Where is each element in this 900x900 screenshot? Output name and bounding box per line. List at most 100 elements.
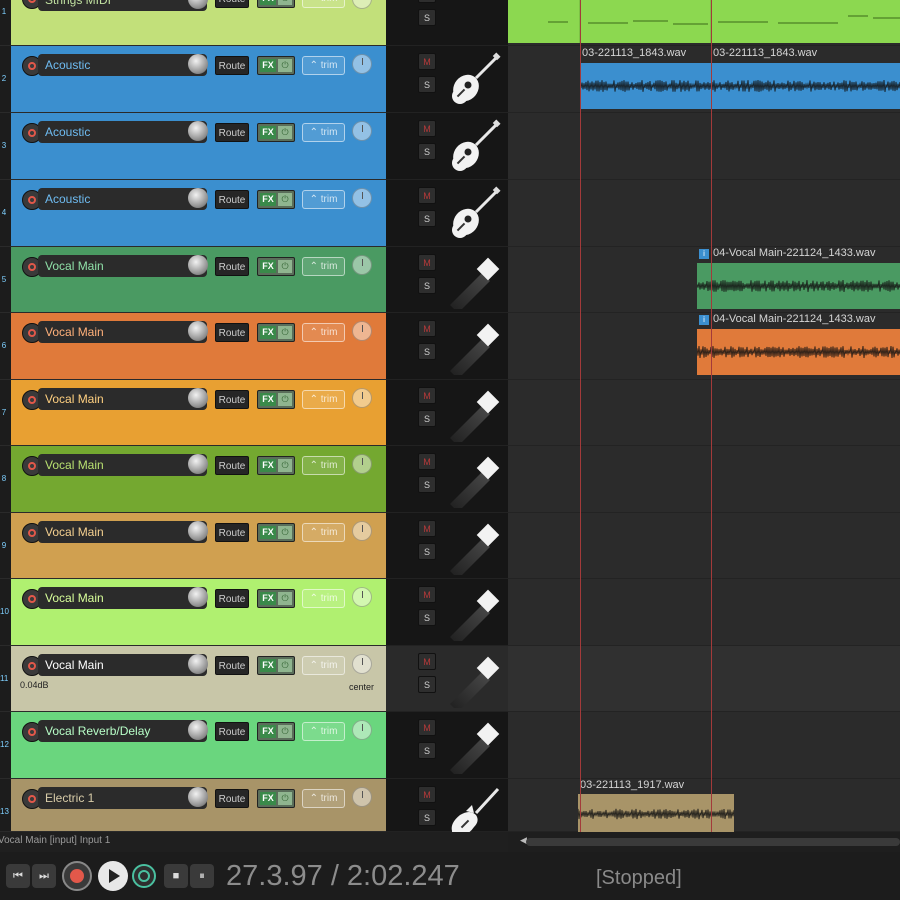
- solo-button[interactable]: S: [418, 76, 436, 93]
- track-4[interactable]: 4 Acoustic Route FX ⏻ ⌃ trim: [0, 180, 386, 247]
- track-panel-body[interactable]: Acoustic Route FX ⏻ ⌃ trim: [14, 180, 386, 246]
- track-name-field[interactable]: Vocal Main: [38, 654, 207, 676]
- pan-knob[interactable]: [352, 0, 372, 9]
- track-name-field[interactable]: Vocal Main: [38, 454, 207, 476]
- automation-trim-button[interactable]: ⌃ trim: [302, 456, 345, 475]
- mute-button[interactable]: M: [418, 653, 436, 670]
- track-1[interactable]: 1 Strings MIDI Route FX⏻ ⌃ trim: [0, 0, 386, 46]
- solo-button[interactable]: S: [418, 410, 436, 427]
- volume-knob[interactable]: [188, 188, 208, 208]
- route-button[interactable]: Route: [215, 390, 249, 409]
- pan-knob[interactable]: [352, 255, 372, 275]
- fx-bypass-icon[interactable]: ⏻: [278, 659, 292, 672]
- route-button[interactable]: Route: [215, 323, 249, 342]
- route-button[interactable]: Route: [215, 722, 249, 741]
- track-panel-body[interactable]: Vocal Main Route FX ⏻ ⌃ trim: [14, 380, 386, 445]
- route-button[interactable]: Route: [215, 0, 249, 8]
- volume-knob[interactable]: [188, 720, 208, 740]
- go-to-start-button[interactable]: ⏮: [6, 864, 30, 888]
- route-button[interactable]: Route: [215, 257, 249, 276]
- fx-button[interactable]: FX⏻: [257, 257, 295, 276]
- mute-button[interactable]: M: [418, 0, 436, 3]
- mute-button[interactable]: M: [418, 120, 436, 137]
- solo-button[interactable]: S: [418, 809, 436, 826]
- pan-knob[interactable]: [352, 321, 372, 341]
- automation-trim-button[interactable]: ⌃ trim: [302, 523, 345, 542]
- track-12-lane[interactable]: [508, 712, 900, 779]
- fx-bypass-icon[interactable]: ⏻: [278, 193, 292, 206]
- volume-knob[interactable]: [188, 388, 208, 408]
- track-name-field[interactable]: Vocal Main: [38, 521, 207, 543]
- route-button[interactable]: Route: [215, 190, 249, 209]
- mute-button[interactable]: M: [418, 187, 436, 204]
- mute-button[interactable]: M: [418, 53, 436, 70]
- track-name-field[interactable]: Vocal Main: [38, 321, 207, 343]
- route-button[interactable]: Route: [215, 523, 249, 542]
- volume-knob[interactable]: [188, 587, 208, 607]
- track-6[interactable]: 6 Vocal Main Route FX ⏻ ⌃ trim: [0, 313, 386, 380]
- track-3[interactable]: 3 Acoustic Route FX ⏻ ⌃ trim: [0, 113, 386, 180]
- mute-button[interactable]: M: [418, 453, 436, 470]
- fx-button[interactable]: FX⏻: [257, 789, 295, 808]
- mute-button[interactable]: M: [418, 520, 436, 537]
- fx-button[interactable]: FX⏻: [257, 390, 295, 409]
- automation-trim-button[interactable]: ⌃ trim: [302, 56, 345, 75]
- pan-knob[interactable]: [352, 121, 372, 141]
- automation-trim-button[interactable]: ⌃ trim: [302, 0, 345, 8]
- automation-trim-button[interactable]: ⌃ trim: [302, 722, 345, 741]
- automation-trim-button[interactable]: ⌃ trim: [302, 789, 345, 808]
- track-panel-body[interactable]: Vocal Reverb/Delay Route FX ⏻ ⌃ trim: [14, 712, 386, 778]
- automation-trim-button[interactable]: ⌃ trim: [302, 589, 345, 608]
- fx-button[interactable]: FX⏻: [257, 323, 295, 342]
- pan-knob[interactable]: [352, 454, 372, 474]
- mute-button[interactable]: M: [418, 586, 436, 603]
- pan-knob[interactable]: [352, 787, 372, 807]
- pan-knob[interactable]: [352, 388, 372, 408]
- track-name-field[interactable]: Acoustic: [38, 121, 207, 143]
- mute-button[interactable]: M: [418, 387, 436, 404]
- track-10[interactable]: 10 Vocal Main Route FX ⏻ ⌃ trim: [0, 579, 386, 646]
- volume-knob[interactable]: [188, 454, 208, 474]
- record-button[interactable]: [62, 861, 92, 891]
- track-panel-body[interactable]: Vocal Main Route FX ⏻ ⌃ trim: [14, 247, 386, 312]
- solo-button[interactable]: S: [418, 609, 436, 626]
- solo-button[interactable]: S: [418, 476, 436, 493]
- solo-button[interactable]: S: [418, 543, 436, 560]
- mute-button[interactable]: M: [418, 254, 436, 271]
- pan-knob[interactable]: [352, 54, 372, 74]
- midi-item[interactable]: [508, 0, 900, 43]
- solo-button[interactable]: S: [418, 742, 436, 759]
- track-11-lane[interactable]: [508, 646, 900, 712]
- track-name-field[interactable]: Electric 1: [38, 787, 207, 809]
- route-button[interactable]: Route: [215, 656, 249, 675]
- track-9[interactable]: 9 Vocal Main Route FX ⏻ ⌃ trim: [0, 513, 386, 579]
- automation-trim-button[interactable]: ⌃ trim: [302, 323, 345, 342]
- solo-button[interactable]: S: [418, 343, 436, 360]
- mute-button[interactable]: M: [418, 320, 436, 337]
- track-name-field[interactable]: Vocal Main: [38, 255, 207, 277]
- track-name-field[interactable]: Vocal Main: [38, 587, 207, 609]
- info-icon[interactable]: i: [699, 249, 709, 259]
- volume-knob[interactable]: [188, 321, 208, 341]
- fx-button[interactable]: FX⏻: [257, 722, 295, 741]
- arrange-view[interactable]: 03-221113_1843.wav 03-221113_1843.wav i 04-…: [508, 0, 900, 832]
- track-panel-body[interactable]: Acoustic Route FX ⏻ ⌃ trim: [14, 46, 386, 112]
- volume-knob[interactable]: [188, 54, 208, 74]
- fx-bypass-icon[interactable]: ⏻: [278, 526, 292, 539]
- track-4-lane[interactable]: [508, 180, 900, 247]
- audio-item[interactable]: [712, 63, 900, 109]
- track-9-lane[interactable]: [508, 513, 900, 579]
- track-13[interactable]: 13 Electric 1 Route FX ⏻ ⌃ trim: [0, 779, 386, 832]
- track-name-field[interactable]: Vocal Main: [38, 388, 207, 410]
- fx-bypass-icon[interactable]: ⏻: [278, 126, 292, 139]
- track-12[interactable]: 12 Vocal Reverb/Delay Route FX ⏻ ⌃ trim: [0, 712, 386, 779]
- track-11[interactable]: 11 Vocal Main Route FX ⏻ ⌃ trim 0.04dB center: [0, 646, 386, 712]
- track-name-field[interactable]: Strings MIDI: [38, 0, 207, 11]
- solo-button[interactable]: S: [418, 143, 436, 160]
- automation-trim-button[interactable]: ⌃ trim: [302, 656, 345, 675]
- fx-button[interactable]: FX⏻: [257, 523, 295, 542]
- audio-item[interactable]: [580, 63, 711, 109]
- track-panel-body[interactable]: Acoustic Route FX ⏻ ⌃ trim: [14, 113, 386, 179]
- fx-bypass-icon[interactable]: ⏻: [278, 260, 292, 273]
- pause-button[interactable]: ⏸: [190, 864, 214, 888]
